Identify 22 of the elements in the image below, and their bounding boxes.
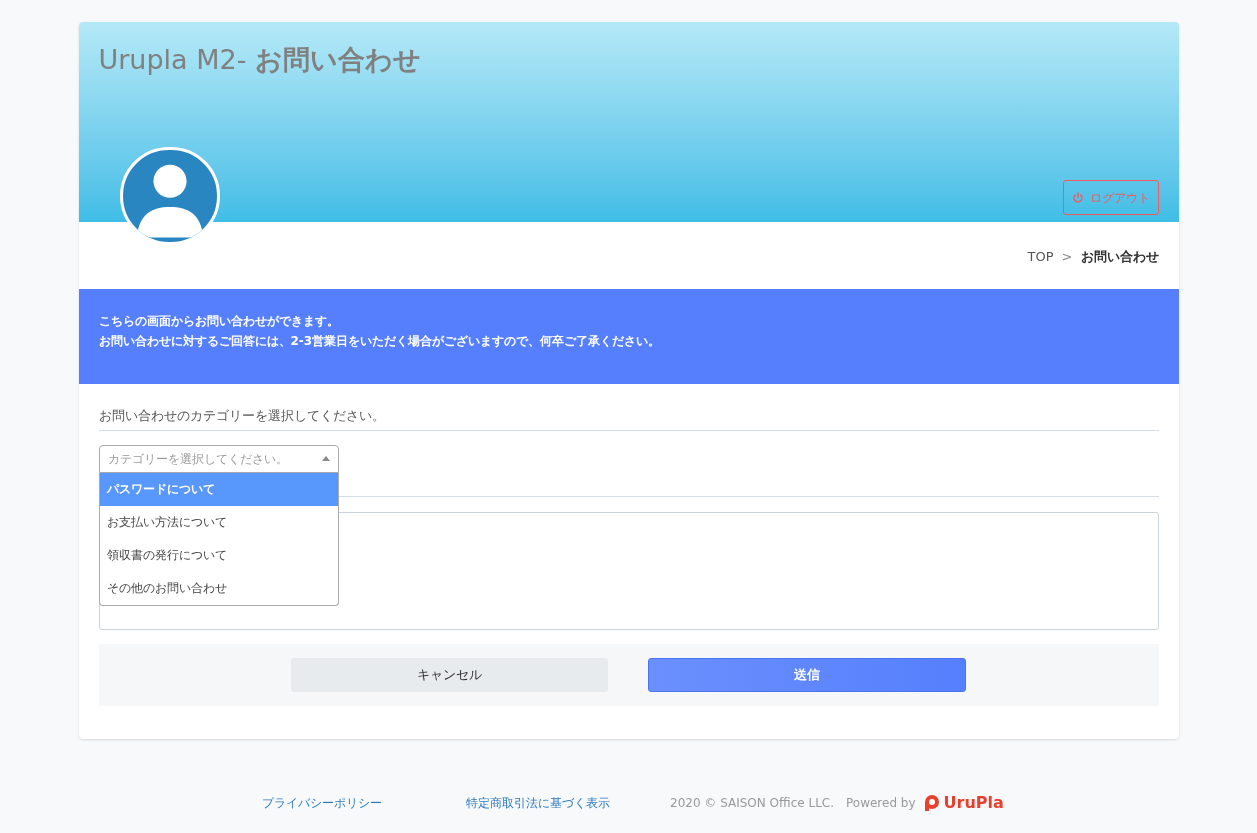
copyright-text: 2020 © SAISON Office LLC. <box>670 794 834 812</box>
notice-text: こちらの画面からお問い合わせができます。 <box>98 313 340 330</box>
breadcrumb-item[interactable]: TOP <box>1027 247 1054 267</box>
notice-text: お問い合わせに対するご回答には、2-3営業日をいただく場合がございますので、何卒ご了承ください。 <box>98 333 662 350</box>
dropdown-option[interactable]: お支払い方法について <box>99 505 338 539</box>
footer-link[interactable]: プライバシーポリシー <box>262 793 382 812</box>
breadcrumb-separator: > <box>1061 248 1073 266</box>
section-label: お問い合わせのカテゴリーを選択してください。 <box>98 406 1159 431</box>
page-title: Urupla M2- お問い合わせ <box>98 43 422 77</box>
dropdown-option[interactable]: 領収書の発行について <box>99 538 338 572</box>
cancel-button[interactable]: キャンセル <box>291 657 608 692</box>
powered-by-text: Powered by <box>846 794 916 812</box>
category-select[interactable]: カテゴリーを選択してください。 <box>98 444 339 473</box>
submit-button[interactable]: 送信 <box>648 657 966 692</box>
logo-text: UruPla <box>943 791 1004 814</box>
power-icon <box>1071 191 1084 204</box>
dropdown-option[interactable]: その他のお問い合わせ <box>99 571 338 605</box>
dropdown-option[interactable]: パスワードについて <box>99 472 338 506</box>
select-placeholder: カテゴリーを選択してください。 <box>107 450 288 468</box>
footer-link[interactable]: 特定商取引法に基づく表示 <box>466 793 610 812</box>
caret-icon <box>321 456 330 461</box>
breadcrumb-item: お問い合わせ <box>1080 248 1159 266</box>
